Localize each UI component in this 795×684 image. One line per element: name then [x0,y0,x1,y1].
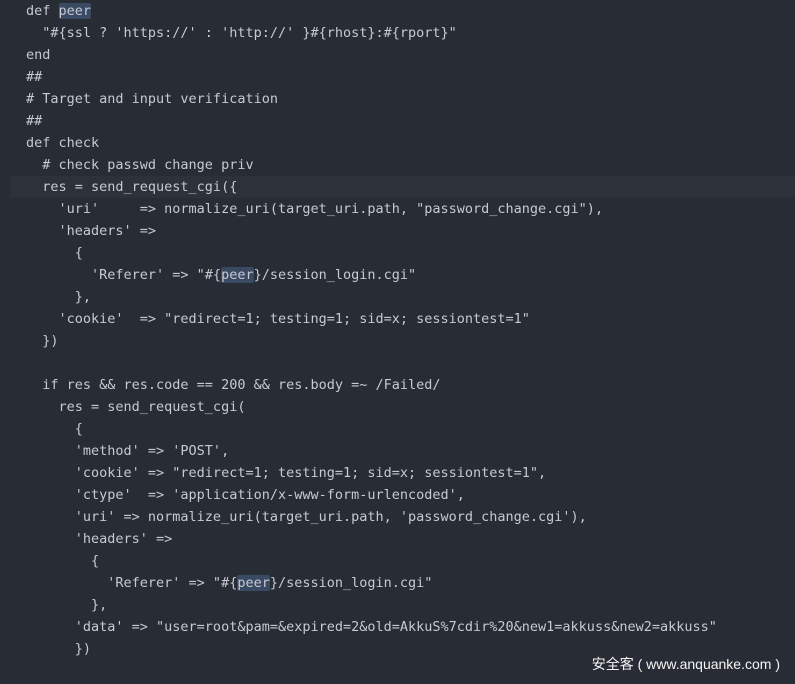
code-line[interactable]: 'cookie' => "redirect=1; testing=1; sid=… [10,462,795,484]
code-line[interactable]: }) [10,330,795,352]
code-editor[interactable]: def peer "#{ssl ? 'https://' : 'http://'… [0,0,795,684]
selection-highlight: peer [237,575,270,591]
watermark: 安全客 ( www.anquanke.com ) [591,656,780,672]
code-line[interactable]: { [10,418,795,440]
code-area[interactable]: def peer "#{ssl ? 'https://' : 'http://'… [10,0,795,660]
code-line[interactable]: "#{ssl ? 'https://' : 'http://' }#{rhost… [10,22,795,44]
code-line[interactable]: res = send_request_cgi( [10,396,795,418]
code-line[interactable]: ## [10,110,795,132]
selection-highlight: peer [58,3,92,19]
code-line[interactable]: ## [10,66,795,88]
code-line[interactable]: 'data' => "user=root&pam=&expired=2&old=… [10,616,795,638]
code-line[interactable]: 'cookie' => "redirect=1; testing=1; sid=… [10,308,795,330]
code-line[interactable]: }, [10,286,795,308]
code-line[interactable]: def peer [10,0,795,22]
code-line[interactable]: 'uri' => normalize_uri(target_uri.path, … [10,506,795,528]
code-text: 'Referer' => "#{ [26,267,222,283]
code-line[interactable]: end [10,44,795,66]
code-line[interactable]: 'uri' => normalize_uri(target_uri.path, … [10,198,795,220]
code-line[interactable]: { [10,550,795,572]
code-line[interactable]: 'headers' => [10,528,795,550]
code-line[interactable]: 'Referer' => "#{peer}/session_login.cgi" [10,572,795,594]
code-line[interactable]: if res && res.code == 200 && res.body =~… [10,374,795,396]
code-line[interactable]: 'method' => 'POST', [10,440,795,462]
code-line[interactable]: }, [10,594,795,616]
code-line[interactable]: res = send_request_cgi({ [10,176,795,198]
selection-highlight: peer [221,267,254,283]
code-line[interactable]: { [10,242,795,264]
code-line[interactable]: 'Referer' => "#{peer}/session_login.cgi" [10,264,795,286]
code-line[interactable] [10,352,795,374]
code-text: def [26,3,59,19]
code-line[interactable]: # Target and input verification [10,88,795,110]
code-text: }/session_login.cgi" [253,267,417,283]
code-line[interactable]: 'ctype' => 'application/x-www-form-urlen… [10,484,795,506]
code-text: 'Referer' => "#{ [26,575,238,591]
code-line[interactable]: def check [10,132,795,154]
code-text: }/session_login.cgi" [269,575,433,591]
code-line[interactable]: # check passwd change priv [10,154,795,176]
code-line[interactable]: 'headers' => [10,220,795,242]
